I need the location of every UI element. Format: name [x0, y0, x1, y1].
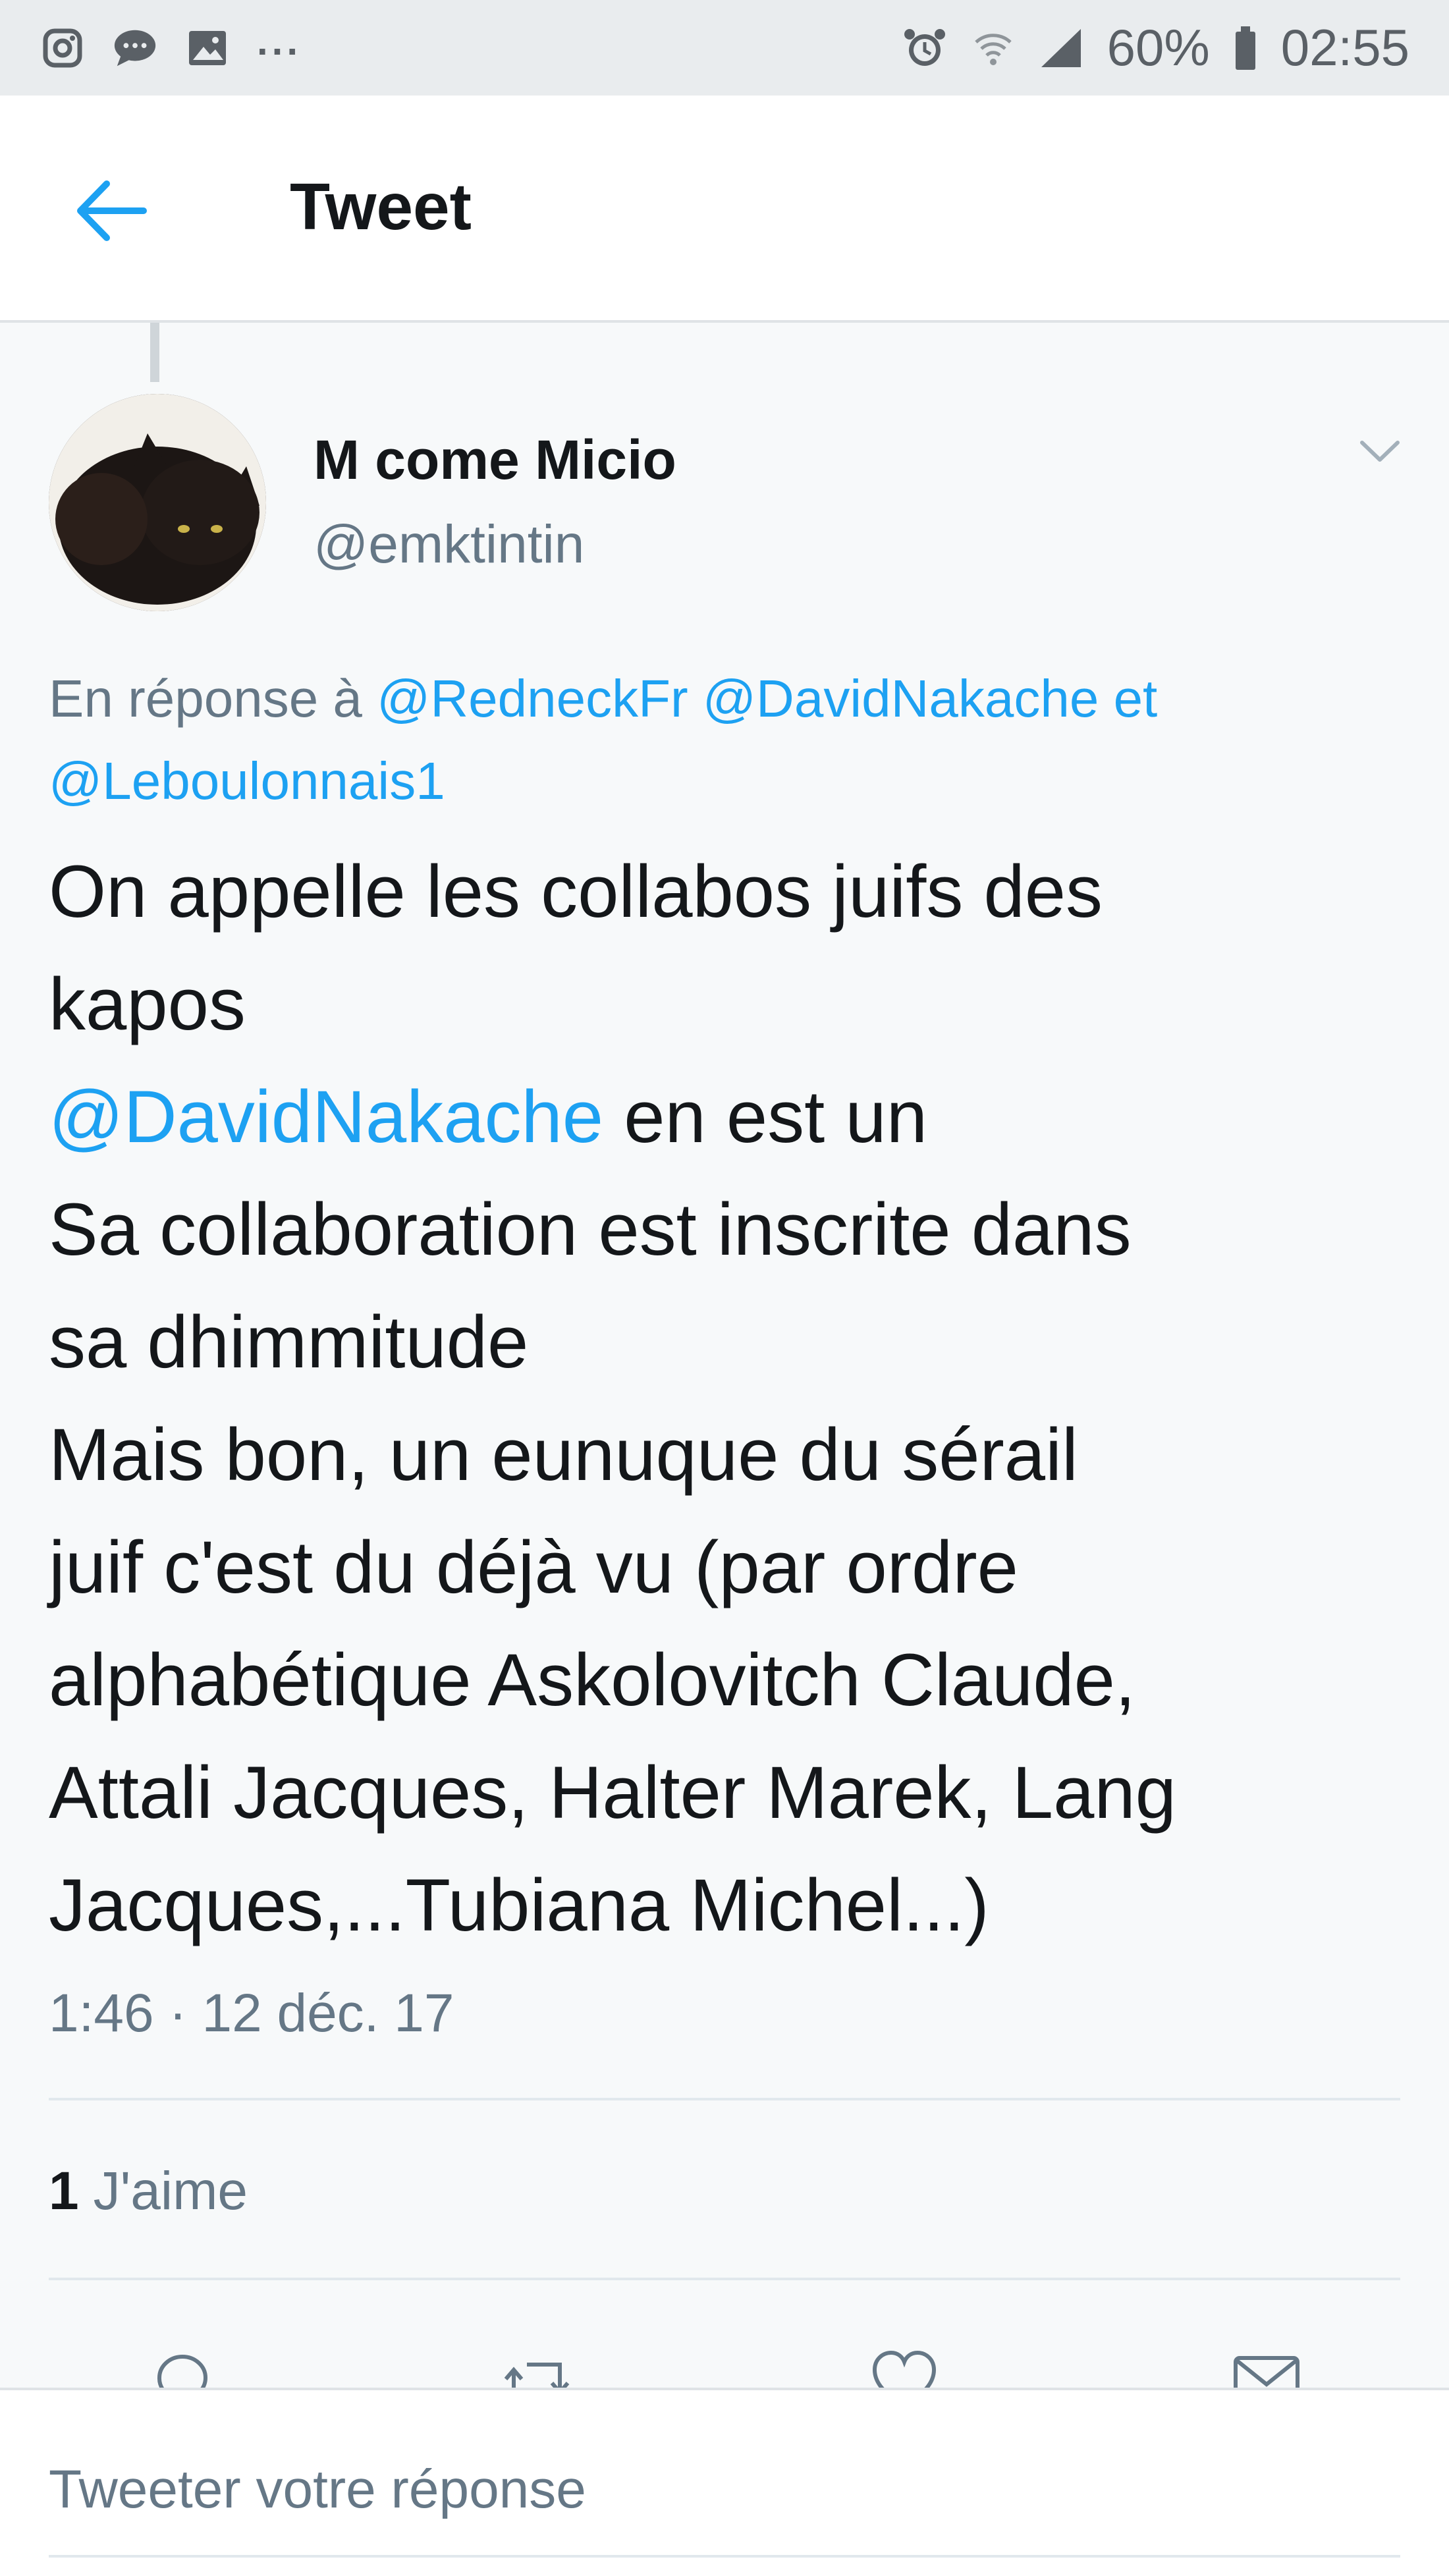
tweet-line: Jacques,...Tubiana Michel...)	[49, 1864, 989, 1946]
wifi-icon	[970, 25, 1016, 71]
gallery-icon	[184, 25, 231, 71]
author-handle[interactable]: @emktintin	[314, 514, 584, 576]
status-bar-system: 60% 02:55	[902, 18, 1409, 78]
alarm-icon	[902, 25, 948, 71]
retweet-icon[interactable]	[501, 2345, 573, 2391]
inline-mention[interactable]: @DavidNakache	[49, 1076, 603, 1158]
author-display-name[interactable]: M come Micio	[314, 428, 676, 492]
divider	[49, 2098, 1400, 2100]
battery-icon	[1232, 25, 1259, 71]
tweet-line: Mais bon, un eunuque du sérail	[49, 1413, 1078, 1496]
reply-icon[interactable]	[146, 2345, 219, 2391]
reply-context: En réponse à @RedneckFr @DavidNakache et…	[49, 657, 1406, 822]
likes-label: J'aime	[93, 2161, 248, 2221]
inline-mention-suffix: en est un	[603, 1076, 927, 1158]
likes-count: 1	[49, 2161, 79, 2221]
divider	[49, 2278, 1400, 2280]
page-title: Tweet	[290, 170, 472, 244]
reply-mention[interactable]: @DavidNakache	[703, 669, 1099, 728]
instagram-icon	[40, 25, 86, 71]
tweet-line: Sa collaboration est inscrite dans	[49, 1188, 1132, 1271]
top-app-bar: Tweet	[0, 96, 1449, 323]
status-overflow: ...	[257, 19, 302, 63]
reply-input-underline	[49, 2555, 1400, 2558]
reply-conjunction: et	[1113, 669, 1158, 728]
back-arrow-icon[interactable]	[72, 175, 151, 247]
tweet-line: juif c'est du déjà vu (par ordre	[49, 1526, 1018, 1608]
reply-mention[interactable]: @Leboulonnais1	[49, 752, 445, 810]
like-icon[interactable]	[868, 2345, 941, 2391]
messages-icon	[112, 25, 158, 71]
reply-composer	[0, 2388, 1449, 2576]
status-bar: ... 60% 02:55	[0, 0, 1449, 96]
likes-summary[interactable]: 1 J'aime	[49, 2160, 248, 2222]
clock: 02:55	[1280, 18, 1409, 76]
tweet-text: On appelle les collabos juifs des kapos …	[49, 835, 1425, 1961]
tweet-line: kapos	[49, 963, 246, 1045]
tweet-line: alphabétique Askolovitch Claude,	[49, 1639, 1136, 1721]
battery-percentage: 60%	[1107, 18, 1210, 76]
reply-prefix: En réponse à	[49, 669, 362, 728]
chevron-down-icon[interactable]	[1357, 435, 1403, 468]
status-bar-notifications: ...	[40, 19, 302, 71]
signal-icon	[1039, 25, 1085, 71]
tweet-line-mention: @DavidNakache en est un	[49, 1060, 1425, 1173]
tweet-line: Attali Jacques, Halter Marek, Lang	[49, 1751, 1176, 1834]
thread-connector	[150, 323, 159, 382]
tweet-line: sa dhimmitude	[49, 1301, 529, 1383]
reply-mention[interactable]: @RedneckFr	[377, 669, 688, 728]
share-icon[interactable]	[1230, 2345, 1303, 2391]
avatar[interactable]	[49, 394, 266, 611]
tweet-line: On appelle les collabos juifs des	[49, 850, 1103, 933]
cat-photo	[49, 394, 266, 611]
reply-input[interactable]	[49, 2453, 1400, 2526]
tweet-timestamp[interactable]: 1:46 · 12 déc. 17	[49, 1983, 454, 2044]
